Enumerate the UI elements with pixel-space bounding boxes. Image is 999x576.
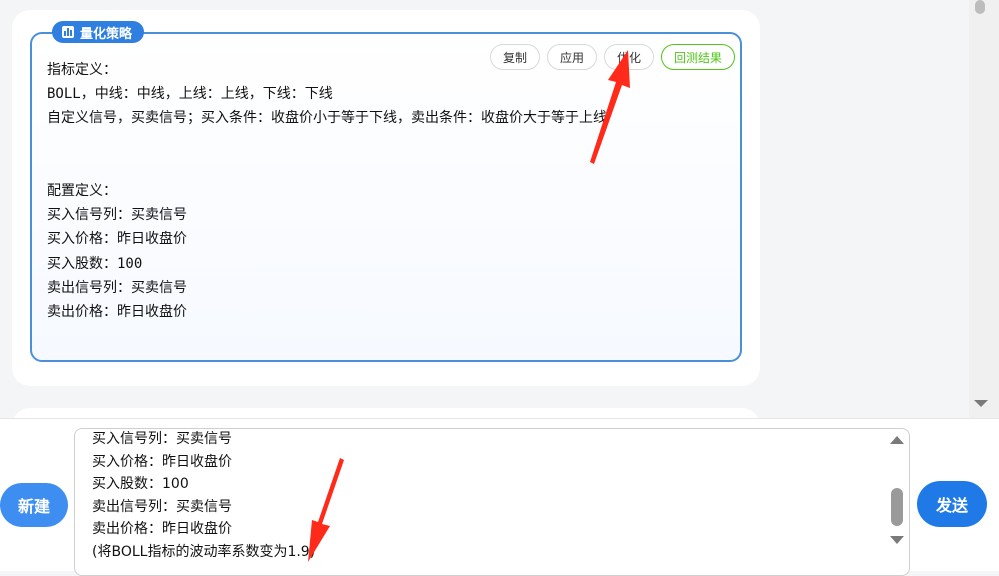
strategy-badge: 量化策略 bbox=[52, 21, 145, 43]
chart-icon bbox=[62, 26, 74, 38]
chat-area: 量化策略 复制 应用 优化 回测结果 指标定义： BOLL，中线：中线，上线：上… bbox=[0, 0, 969, 418]
message-input-text: 买入信号列：买卖信号 买入价格：昨日收盘价 买入股数：100 卖出信号列：买卖信… bbox=[92, 431, 316, 560]
new-button[interactable]: 新建 bbox=[0, 483, 68, 527]
page-scrollbar[interactable] bbox=[969, 0, 999, 418]
optimize-button[interactable]: 优化 bbox=[604, 44, 655, 70]
message-input[interactable]: 买入信号列：买卖信号 买入价格：昨日收盘价 买入股数：100 卖出信号列：买卖信… bbox=[74, 428, 910, 576]
strategy-content: 指标定义： BOLL，中线：中线，上线：上线，下线：下线 自定义信号，买卖信号；… bbox=[47, 62, 607, 321]
scroll-up-arrow-icon[interactable] bbox=[890, 436, 904, 444]
scroll-down-arrow-icon[interactable] bbox=[974, 400, 988, 407]
scroll-down-arrow-icon[interactable] bbox=[890, 536, 904, 544]
next-message-card bbox=[12, 408, 760, 418]
page-scrollbar-thumb[interactable] bbox=[975, 0, 985, 14]
send-button[interactable]: 发送 bbox=[917, 481, 987, 527]
input-scrollbar[interactable] bbox=[886, 430, 908, 552]
input-scrollbar-thumb[interactable] bbox=[891, 488, 903, 526]
strategy-badge-label: 量化策略 bbox=[80, 26, 133, 42]
backtest-result-button[interactable]: 回测结果 bbox=[661, 44, 736, 70]
